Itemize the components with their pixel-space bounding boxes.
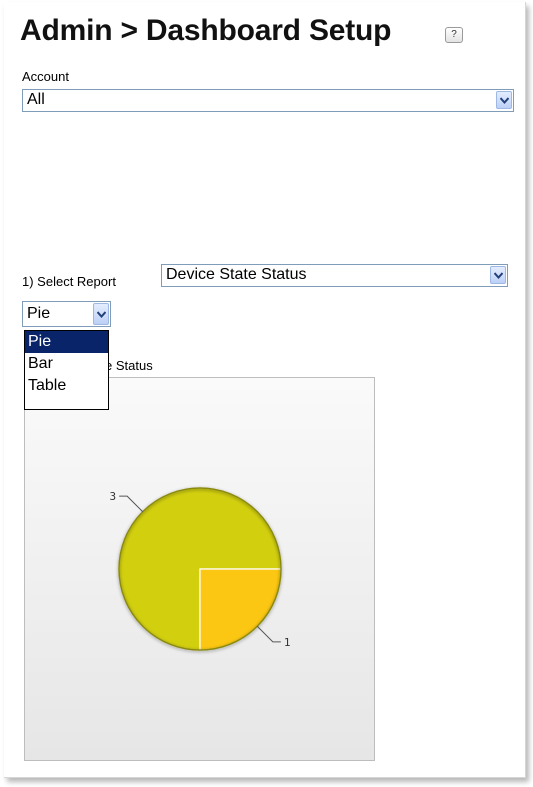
account-label: Account	[22, 69, 69, 84]
chart-type-chevron-down-icon[interactable]	[93, 303, 109, 325]
pie-data-label-1: 1	[284, 636, 291, 649]
chart-area: 31	[24, 377, 375, 761]
chart-type-dropdown-list: Pie Bar Table	[24, 330, 109, 410]
report-select[interactable]: Device State Status	[161, 264, 508, 287]
account-chevron-down-icon[interactable]	[496, 91, 512, 109]
page-title: Admin > Dashboard Setup	[20, 14, 392, 47]
report-select-value: Device State Status	[166, 266, 307, 283]
report-chevron-down-icon[interactable]	[490, 266, 506, 284]
pie-chart: 31	[110, 487, 291, 651]
account-select[interactable]: All	[22, 89, 514, 112]
pie-data-label-0: 3	[110, 490, 117, 503]
chart-title-visible-text: e Status	[105, 358, 153, 373]
chart-type-select[interactable]: Pie	[22, 301, 111, 327]
chart-type-option-bar[interactable]: Bar	[25, 353, 108, 375]
question-mark-icon[interactable]: ?	[445, 27, 463, 43]
chart-type-option-pie[interactable]: Pie	[25, 331, 108, 353]
select-report-label: 1) Select Report	[22, 274, 116, 289]
chart-type-option-table[interactable]: Table	[25, 375, 108, 397]
account-select-value: All	[27, 91, 45, 108]
chart-type-select-value: Pie	[27, 305, 51, 322]
pie-leader-line-1	[256, 625, 281, 643]
pie-leader-line-0	[119, 495, 144, 513]
